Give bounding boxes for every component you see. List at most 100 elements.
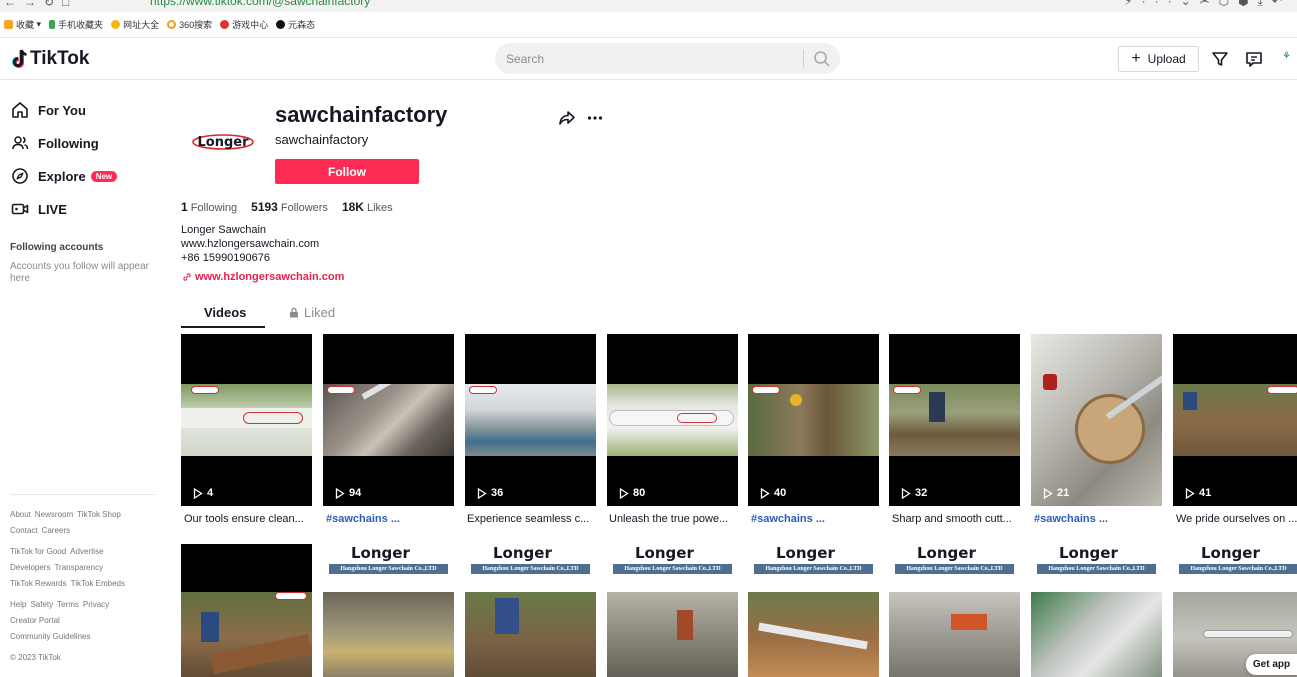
stat-likes: 18K Likes xyxy=(342,200,393,214)
more-options-icon[interactable] xyxy=(586,109,604,127)
video-card[interactable]: 4 xyxy=(181,334,312,506)
footer-link[interactable]: Advertise xyxy=(70,547,103,556)
address-bar[interactable]: https://www.tiktok.com/@sawchainfactory xyxy=(150,0,370,8)
bookmark-item[interactable]: 网址大全 xyxy=(111,18,159,31)
tab-liked[interactable]: Liked xyxy=(289,305,335,320)
following-accounts-hint: Accounts you follow will appear here xyxy=(10,261,149,284)
stat-following[interactable]: 1 Following xyxy=(181,200,237,214)
profile-bio: Longer Sawchain www.hzlongersawchain.com… xyxy=(181,223,319,265)
footer-link[interactable]: Safety xyxy=(30,600,53,609)
footer-links-row: About Newsroom TikTok Shop xyxy=(10,510,125,519)
video-card[interactable] xyxy=(181,544,312,677)
sidebar: For You Following Explore New LIVE Follo… xyxy=(0,80,160,677)
follow-button[interactable]: Follow xyxy=(275,159,419,184)
footer-link[interactable]: Creator Portal xyxy=(10,616,60,625)
sidebar-item-for-you[interactable]: For You xyxy=(11,101,86,119)
sidebar-item-live[interactable]: LIVE xyxy=(11,200,67,218)
company-name: Hangzhou Longer Sawchain Co.,LTD xyxy=(895,564,1014,574)
video-caption[interactable]: Unleash the true powe... xyxy=(609,513,744,525)
get-app-button[interactable]: Get app xyxy=(1246,654,1297,675)
stat-label: Likes xyxy=(366,202,393,214)
video-thumbnail xyxy=(323,592,454,677)
video-caption-hashtag[interactable]: #sawchains ... xyxy=(326,513,461,525)
video-caption[interactable]: Sharp and smooth cutt... xyxy=(892,513,1027,525)
tab-videos[interactable]: Videos xyxy=(204,305,246,320)
video-card[interactable]: Longer Hangzhou Longer Sawchain Co.,LTD xyxy=(889,544,1020,677)
company-name: Hangzhou Longer Sawchain Co.,LTD xyxy=(1179,564,1297,574)
browser-extension-icons[interactable]: ⚡···⌄✂⬡⬢⤓↶ xyxy=(1124,0,1291,9)
upload-button[interactable]: + Upload xyxy=(1118,46,1199,72)
inbox-filter-icon[interactable] xyxy=(1211,50,1229,68)
footer-link[interactable]: Careers xyxy=(42,526,70,535)
play-icon xyxy=(760,487,770,499)
search-icon[interactable] xyxy=(813,50,831,68)
video-card[interactable]: 21 xyxy=(1031,334,1162,506)
share-icon[interactable] xyxy=(558,109,576,127)
stat-followers[interactable]: 5193 Followers xyxy=(251,200,328,214)
video-card[interactable]: Longer Hangzhou Longer Sawchain Co.,LTD xyxy=(607,544,738,677)
bookmark-item[interactable]: 收藏 ▾ xyxy=(4,18,41,31)
footer-link[interactable]: Help xyxy=(10,600,26,609)
footer-link[interactable]: About xyxy=(10,510,31,519)
video-thumbnail xyxy=(748,592,879,677)
profile-avatar[interactable]: Longer xyxy=(190,130,256,152)
footer-link[interactable]: TikTok Embeds xyxy=(71,579,125,588)
video-card[interactable]: 41 xyxy=(1173,334,1297,506)
video-card[interactable]: 94 xyxy=(323,334,454,506)
video-card[interactable]: Longer Hangzhou Longer Sawchain Co.,LTD xyxy=(323,544,454,677)
sidebar-item-following[interactable]: Following xyxy=(11,134,99,152)
play-count: 41 xyxy=(1185,487,1211,499)
bookmark-item[interactable]: 360搜索 xyxy=(167,18,212,31)
footer-link[interactable]: Newsroom xyxy=(35,510,73,519)
video-card[interactable]: Longer Hangzhou Longer Sawchain Co.,LTD xyxy=(1031,544,1162,677)
video-card[interactable]: 40 xyxy=(748,334,879,506)
sidebar-item-explore[interactable]: Explore New xyxy=(11,167,118,185)
sidebar-item-label: For You xyxy=(38,102,86,118)
video-thumbnail xyxy=(889,384,1020,456)
play-icon xyxy=(619,487,629,499)
user-avatar-icon[interactable]: ⚘ xyxy=(1282,51,1297,67)
video-card[interactable]: Longer Hangzhou Longer Sawchain Co.,LTD xyxy=(465,544,596,677)
play-count: 40 xyxy=(760,487,786,499)
video-card[interactable]: 36 xyxy=(465,334,596,506)
bookmark-item[interactable]: 元森态 xyxy=(276,18,315,31)
brand-logo-text: Longer xyxy=(635,544,694,562)
video-caption-hashtag[interactable]: #sawchains ... xyxy=(751,513,886,525)
footer-link[interactable]: Developers xyxy=(10,563,50,572)
profile-link[interactable]: www.hzlongersawchain.com xyxy=(182,271,344,283)
bookmark-item[interactable]: 游戏中心 xyxy=(220,18,268,31)
video-caption[interactable]: Experience seamless c... xyxy=(467,513,602,525)
footer-link[interactable]: Privacy xyxy=(83,600,109,609)
footer-link[interactable]: Contact xyxy=(10,526,38,535)
video-caption-hashtag[interactable]: #sawchains ... xyxy=(1034,513,1169,525)
footer-link[interactable]: Transparency xyxy=(54,563,103,572)
link-icon xyxy=(183,273,191,281)
company-name: Hangzhou Longer Sawchain Co.,LTD xyxy=(754,564,873,574)
copyright-text: © 2023 TikTok xyxy=(10,653,61,662)
messages-icon[interactable] xyxy=(1245,50,1263,68)
brand-logo-text: Longer xyxy=(917,544,976,562)
profile-username: sawchainfactory xyxy=(275,102,448,127)
bio-line: +86 15990190676 xyxy=(181,252,271,264)
footer-link[interactable]: Terms xyxy=(57,600,79,609)
footer-link[interactable]: TikTok Rewards xyxy=(10,579,67,588)
bookmark-item[interactable]: 手机收藏夹 xyxy=(49,18,103,31)
footer-link[interactable]: TikTok for Good xyxy=(10,547,66,556)
video-caption[interactable]: Our tools ensure clean... xyxy=(184,513,319,525)
bio-line: Longer Sawchain xyxy=(181,224,267,236)
stat-value: 18K xyxy=(341,200,364,214)
footer-links-row: Developers Transparency xyxy=(10,563,107,572)
video-thumbnail xyxy=(181,592,312,677)
video-card[interactable]: Longer Hangzhou Longer Sawchain Co.,LTD xyxy=(748,544,879,677)
upload-label: Upload xyxy=(1147,52,1186,66)
search-input[interactable] xyxy=(506,49,796,69)
company-name: Hangzhou Longer Sawchain Co.,LTD xyxy=(471,564,590,574)
tiktok-logo[interactable]: TikTok xyxy=(10,48,89,70)
footer-link[interactable]: TikTok Shop xyxy=(77,510,121,519)
video-card[interactable]: 32 xyxy=(889,334,1020,506)
video-caption[interactable]: We pride ourselves on ... xyxy=(1176,513,1297,525)
lock-icon xyxy=(290,307,298,318)
video-card[interactable]: 80 xyxy=(607,334,738,506)
browser-nav-buttons[interactable]: ←→↻□ xyxy=(4,0,77,9)
footer-link[interactable]: Community Guidelines xyxy=(10,632,90,641)
